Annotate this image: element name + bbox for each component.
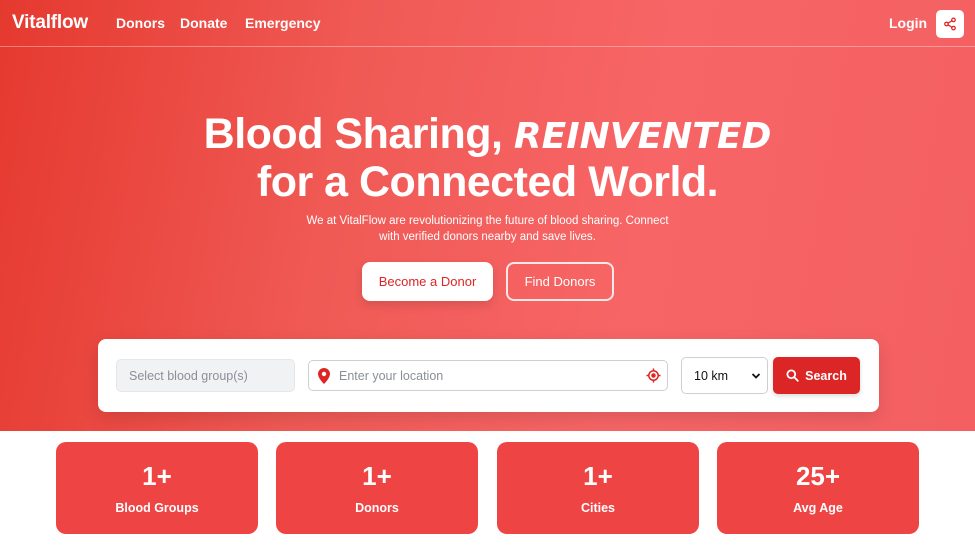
- stat-label: Donors: [355, 501, 399, 515]
- stat-label: Cities: [580, 501, 616, 515]
- find-donors-button[interactable]: Find Donors: [506, 262, 614, 301]
- stat-card-cities: 1+ Cities: [497, 442, 699, 534]
- share-icon: [944, 17, 956, 31]
- login-link[interactable]: Login: [889, 15, 927, 31]
- location-field[interactable]: [308, 360, 668, 391]
- radius-select[interactable]: 10 km: [681, 357, 768, 394]
- nav-link-donors[interactable]: Donors: [116, 15, 165, 31]
- stat-value: 1+: [142, 461, 172, 491]
- top-navbar: Vitalflow Donors Donate Emergency Login: [0, 0, 975, 47]
- location-input[interactable]: [339, 361, 639, 390]
- headline-text: Blood Sharing,: [203, 110, 503, 158]
- radius-value: 10 km: [694, 368, 729, 383]
- stat-label: Blood Groups: [115, 501, 199, 515]
- nav-link-emergency[interactable]: Emergency: [245, 15, 320, 31]
- hero-headline-line2: for a Connected World.: [256, 158, 719, 206]
- stat-value: 25+: [795, 461, 841, 491]
- stat-card-blood-groups: 1+ Blood Groups: [56, 442, 258, 534]
- search-button[interactable]: Search: [773, 357, 860, 394]
- stat-label: Avg Age: [793, 501, 843, 515]
- stat-card-donors: 1+ Donors: [276, 442, 478, 534]
- hero-subtext: We at VitalFlow are revolutionizing the …: [306, 215, 669, 243]
- become-donor-button[interactable]: Become a Donor: [362, 262, 493, 301]
- nav-link-donate[interactable]: Donate: [180, 15, 227, 31]
- search-icon: [786, 369, 799, 382]
- brand-logo[interactable]: Vitalflow: [12, 12, 88, 34]
- chevron-down-icon: [751, 373, 761, 379]
- search-button-label: Search: [805, 368, 847, 383]
- stat-value: 1+: [583, 461, 613, 491]
- hero-section: Vitalflow Donors Donate Emergency Login …: [0, 0, 975, 431]
- headline-accent: Reinvented: [513, 116, 772, 157]
- map-pin-icon: [318, 368, 330, 384]
- stat-value: 1+: [362, 461, 392, 491]
- crosshair-icon[interactable]: [646, 368, 661, 383]
- share-button[interactable]: [936, 10, 964, 38]
- search-card: Select blood group(s) 10 km Search: [98, 339, 879, 412]
- blood-group-select[interactable]: Select blood group(s): [116, 359, 295, 392]
- hero-headline-line1: Blood Sharing, Reinvented: [0, 110, 975, 159]
- stat-card-avg-age: 25+ Avg Age: [717, 442, 919, 534]
